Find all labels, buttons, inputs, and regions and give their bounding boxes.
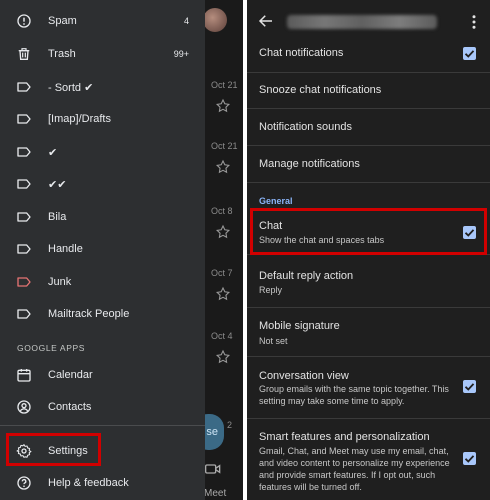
drawer-item-spam[interactable]: Spam 4 — [0, 5, 205, 37]
spam-icon — [17, 14, 31, 28]
drawer-item-double-check[interactable]: ✔✔ — [0, 168, 205, 200]
label-icon — [17, 147, 31, 157]
chat-highlight-box — [250, 208, 487, 255]
help-icon — [17, 476, 31, 490]
setting-subtitle: Gmail, Chat, and Meet may use my email, … — [259, 446, 450, 492]
check-icon — [464, 383, 475, 391]
star-icon[interactable] — [215, 98, 231, 114]
star-icon[interactable] — [215, 159, 231, 175]
label-icon — [17, 114, 31, 124]
label-icon — [17, 244, 31, 254]
star-icon[interactable] — [215, 224, 231, 240]
label-icon — [17, 309, 31, 319]
back-arrow-icon[interactable] — [257, 12, 275, 30]
drawer-item-label: Junk — [48, 276, 72, 288]
settings-highlight-box — [6, 433, 101, 466]
unread-count: 4 — [183, 16, 189, 26]
unread-count: 99+ — [173, 49, 189, 59]
drawer-item-label: Contacts — [48, 401, 92, 413]
contacts-icon — [17, 400, 31, 414]
label-icon — [17, 82, 31, 92]
section-heading-general: General — [259, 196, 293, 206]
label-icon — [17, 277, 31, 287]
drawer-item-trash[interactable]: Trash 99+ — [0, 38, 205, 70]
setting-manage-notifications[interactable]: Manage notifications — [247, 146, 490, 183]
email-date: 2 — [227, 420, 233, 430]
drawer-item-junk[interactable]: Junk — [0, 266, 205, 298]
drawer-divider — [0, 425, 205, 426]
drawer-item-label: Bila — [48, 211, 67, 223]
check-icon — [464, 50, 475, 58]
email-date: Oct 4 — [211, 331, 233, 341]
drawer-item-label: ✔✔ — [48, 179, 67, 191]
setting-mobile-signature[interactable]: Mobile signature Not set — [247, 308, 490, 357]
drawer-item-sortd[interactable]: - Sortd ✔ — [0, 71, 205, 103]
setting-smart-features[interactable]: Smart features and personalization Gmail… — [247, 419, 490, 500]
more-vert-icon[interactable] — [469, 13, 479, 31]
email-date: Oct 21 — [211, 141, 238, 151]
drawer-item-calendar[interactable]: Calendar — [0, 359, 205, 391]
email-date: Oct 8 — [211, 206, 233, 216]
drawer-item-handle[interactable]: Handle — [0, 233, 205, 265]
setting-title: Snooze chat notifications — [259, 84, 382, 96]
account-email-blurred — [287, 15, 437, 29]
drawer-item-label: - Sortd ✔ — [48, 82, 94, 94]
setting-title: Chat notifications — [259, 47, 344, 59]
setting-chat-notifications[interactable]: Chat notifications — [247, 36, 490, 73]
drawer-item-contacts[interactable]: Contacts — [0, 391, 205, 423]
star-icon[interactable] — [215, 286, 231, 302]
drawer-item-bila[interactable]: Bila — [0, 201, 205, 233]
setting-subtitle: Reply — [259, 285, 283, 295]
avatar[interactable] — [203, 8, 227, 32]
setting-subtitle: Not set — [259, 336, 288, 346]
setting-title: Notification sounds — [259, 121, 352, 133]
setting-notification-sounds[interactable]: Notification sounds — [247, 109, 490, 146]
email-date: Oct 21 — [211, 80, 238, 90]
check-icon — [464, 455, 475, 463]
setting-title: Mobile signature — [259, 320, 340, 332]
setting-title: Default reply action — [259, 270, 354, 282]
drawer-item-check[interactable]: ✔ — [0, 136, 205, 168]
drawer-item-mailtrack-people[interactable]: Mailtrack People — [0, 298, 205, 330]
gmail-menu-screen: Oct 21 Oct 21 Oct 8 Oct 7 Oct 4 2 se Mee… — [0, 0, 243, 500]
settings-screen: Chat notifications Snooze chat notificat… — [247, 0, 490, 500]
drawer-item-label: Help & feedback — [48, 477, 129, 489]
email-date: Oct 7 — [211, 268, 233, 278]
conversation-view-checkbox[interactable] — [463, 380, 476, 393]
setting-title: Smart features and personalization — [259, 431, 430, 443]
label-icon — [17, 179, 31, 189]
chat-notifications-checkbox[interactable] — [463, 47, 476, 60]
drawer-item-imap-drafts[interactable]: [Imap]/Drafts — [0, 103, 205, 135]
drawer-item-label: [Imap]/Drafts — [48, 113, 111, 125]
star-icon[interactable] — [215, 349, 231, 365]
drawer-item-label: Mailtrack People — [48, 308, 130, 320]
label-icon — [17, 212, 31, 222]
setting-subtitle: Group emails with the same topic togethe… — [259, 384, 449, 406]
trash-icon — [18, 48, 30, 60]
setting-title: Conversation view — [259, 370, 349, 382]
video-icon[interactable] — [205, 462, 221, 476]
setting-conversation-view[interactable]: Conversation view Group emails with the … — [247, 357, 490, 419]
setting-snooze-chat-notifications[interactable]: Snooze chat notifications — [247, 73, 490, 109]
smart-features-checkbox[interactable] — [463, 452, 476, 465]
drawer-item-label: Spam — [48, 15, 77, 27]
navigation-drawer: Spam 4 Trash 99+ - Sortd ✔ [Imap]/Drafts… — [0, 0, 205, 500]
google-apps-heading: GOOGLE APPS — [17, 343, 86, 353]
drawer-item-label: Handle — [48, 243, 83, 255]
drawer-item-label: Calendar — [48, 369, 93, 381]
meet-tab-label[interactable]: Meet — [204, 488, 226, 499]
drawer-item-label: ✔ — [48, 147, 58, 159]
calendar-icon — [17, 369, 31, 382]
setting-title: Manage notifications — [259, 158, 360, 170]
drawer-item-label: Trash — [48, 48, 76, 60]
drawer-item-help[interactable]: Help & feedback — [0, 467, 205, 499]
setting-default-reply-action[interactable]: Default reply action Reply — [247, 259, 490, 308]
